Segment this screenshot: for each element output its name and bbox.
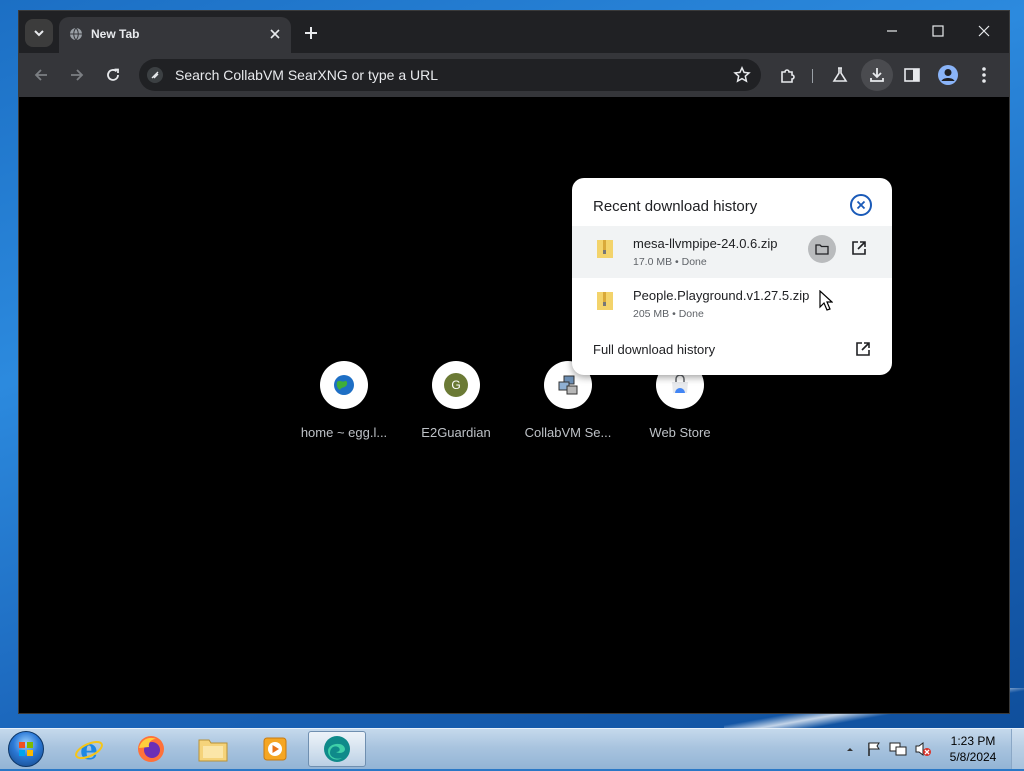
minimize-icon: [887, 30, 897, 32]
close-window-button[interactable]: [961, 11, 1007, 51]
taskbar-file-explorer[interactable]: [184, 731, 242, 767]
globe-icon: [334, 375, 354, 395]
close-icon: [270, 29, 280, 39]
open-external-icon: [856, 342, 870, 356]
shortcut-label: Web Store: [649, 425, 711, 440]
shortcut-label: home ~ egg.l...: [300, 425, 388, 440]
full-download-history-link[interactable]: Full download history: [593, 342, 715, 357]
computers-icon: [558, 375, 578, 395]
toolbar: Search CollabVM SearXNG or type a URL: [19, 53, 1009, 97]
internet-explorer-icon: e: [75, 734, 103, 764]
action-center-icon[interactable]: [864, 729, 884, 769]
download-item[interactable]: mesa-llvmpipe-24.0.6.zip 17.0 MB • Done: [572, 226, 892, 311]
globe-favicon-icon: [70, 27, 82, 41]
download-status: 17.0 MB • Done: [633, 256, 707, 268]
network-icon: [889, 742, 907, 756]
show-in-folder-button[interactable]: [808, 235, 836, 263]
show-hidden-icons-button[interactable]: [842, 729, 858, 769]
bubble-close-button[interactable]: [850, 194, 872, 216]
bubble-heading: Recent download history: [593, 198, 758, 215]
downloads-button[interactable]: [866, 64, 888, 86]
letter-g-icon: G: [444, 373, 468, 397]
svg-text:e: e: [80, 734, 98, 764]
full-history-open-button[interactable]: [852, 338, 874, 360]
clock-time: 1:23 PM: [950, 734, 996, 748]
system-clock[interactable]: 1:23 PM 5/8/2024: [940, 733, 1006, 765]
kebab-menu-icon: [982, 67, 986, 83]
tab-search-button[interactable]: [25, 19, 53, 47]
taskbar-media-player[interactable]: [246, 731, 304, 767]
forward-button[interactable]: [65, 63, 89, 87]
download-status: 205 MB • Done: [633, 308, 704, 320]
taskbar-firefox[interactable]: [122, 731, 180, 767]
volume-muted-icon: [915, 742, 931, 756]
maximize-button[interactable]: [915, 11, 961, 51]
maximize-icon: [932, 25, 944, 37]
reload-icon: [107, 68, 119, 81]
media-player-icon: [263, 737, 287, 761]
minimize-button[interactable]: [869, 11, 915, 51]
puzzle-icon: [781, 69, 795, 83]
shortcut-icon-circle: G: [432, 361, 480, 409]
arrow-right-icon: [71, 69, 84, 81]
download-filename: People.Playground.v1.27.5.zip: [633, 288, 810, 303]
reload-button[interactable]: [101, 63, 125, 87]
zip-file-icon: [597, 292, 613, 310]
download-history-bubble: Recent download history mesa-llvmpipe-24…: [572, 178, 892, 375]
omnibox[interactable]: Search CollabVM SearXNG or type a URL: [139, 59, 761, 91]
side-panel-icon: [904, 68, 920, 82]
open-file-button[interactable]: [848, 237, 870, 259]
labs-button[interactable]: [829, 64, 851, 86]
tab-close-button[interactable]: [267, 26, 283, 42]
taskbar-edge[interactable]: [308, 731, 366, 767]
tab-new-tab[interactable]: New Tab: [59, 17, 291, 53]
download-icon: [870, 68, 884, 82]
flask-icon: [832, 67, 848, 82]
shortcut-label: CollabVM Se...: [524, 425, 612, 440]
edge-icon: [324, 736, 350, 762]
search-engine-icon: [147, 67, 163, 83]
close-icon: [856, 200, 866, 210]
menu-button[interactable]: [973, 64, 995, 86]
download-filename: mesa-llvmpipe-24.0.6.zip: [633, 236, 778, 251]
tab-title: New Tab: [91, 27, 140, 41]
folder-icon: [815, 244, 829, 255]
chevron-up-icon: [847, 748, 853, 751]
omnibox-placeholder: Search CollabVM SearXNG or type a URL: [175, 67, 438, 83]
close-icon: [978, 25, 990, 37]
arrow-left-icon: [34, 69, 47, 81]
folder-icon: [198, 739, 228, 762]
bookmark-star-icon[interactable]: [733, 66, 751, 84]
flag-icon: [868, 742, 880, 756]
new-tab-page: home ~ egg.l... G E2Guardian CollabVM Se…: [19, 97, 1009, 713]
zip-file-icon: [597, 240, 613, 258]
new-tab-button[interactable]: [301, 23, 321, 43]
back-button[interactable]: [29, 63, 53, 87]
firefox-icon: [138, 736, 164, 762]
start-button[interactable]: [6, 731, 46, 767]
shortcut-icon-circle: [320, 361, 368, 409]
show-desktop-button[interactable]: [1011, 729, 1024, 769]
shortcut-e2guardian[interactable]: G E2Guardian: [400, 361, 512, 451]
shortcut-label: E2Guardian: [421, 425, 491, 440]
shortcut-home[interactable]: home ~ egg.l...: [288, 361, 400, 451]
extensions-button[interactable]: [777, 64, 799, 86]
web-store-icon: [672, 374, 688, 393]
profile-button[interactable]: [937, 64, 959, 86]
clock-date: 5/8/2024: [949, 750, 997, 764]
browser-window: New Tab Search CollabVM SearXNG or type …: [18, 10, 1010, 714]
windows-logo-icon: [8, 731, 44, 767]
taskbar-internet-explorer[interactable]: e: [60, 731, 118, 767]
download-item[interactable]: People.Playground.v1.27.5.zip 205 MB • D…: [572, 278, 892, 330]
avatar-icon: [938, 65, 958, 85]
toolbar-separator: [812, 69, 813, 83]
side-panel-button[interactable]: [901, 64, 923, 86]
network-icon[interactable]: [888, 729, 908, 769]
taskbar: e 1:23 PM 5/8/2024: [0, 728, 1024, 769]
volume-icon[interactable]: [912, 729, 934, 769]
open-external-icon: [852, 241, 866, 255]
title-bar: New Tab: [19, 11, 1009, 53]
plus-icon: [305, 27, 317, 39]
chevron-down-icon: [34, 30, 44, 37]
